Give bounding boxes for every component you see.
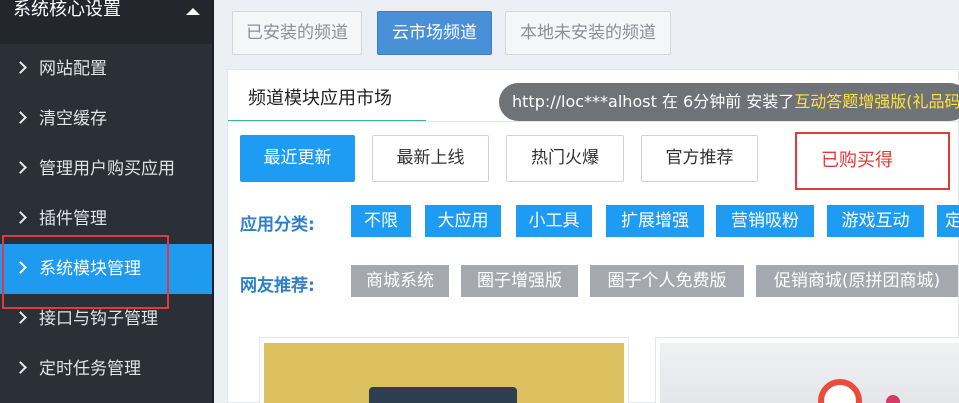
- sidebar-item-clear-cache[interactable]: 清空缓存: [0, 94, 212, 144]
- divider: [228, 121, 959, 122]
- chevron-right-icon: [14, 61, 27, 74]
- sidebar-item-label: 管理用户购买应用: [39, 159, 175, 179]
- category-large-app[interactable]: 大应用: [425, 205, 501, 237]
- sidebar-item-cron[interactable]: 定时任务管理: [0, 344, 212, 394]
- annotation-box: [2, 235, 169, 309]
- filter-latest-updated[interactable]: 最近更新: [240, 135, 355, 182]
- purchased-filter[interactable]: 已购买得: [795, 132, 950, 190]
- sidebar-item-label: 网站配置: [39, 59, 107, 79]
- chevron-right-icon: [14, 311, 27, 324]
- category-tools[interactable]: 小工具: [516, 205, 592, 237]
- category-all[interactable]: 不限: [351, 205, 411, 237]
- sidebar-header-label: 系统核心设置: [13, 0, 121, 20]
- tab-cloud-market[interactable]: 云市场频道: [377, 11, 492, 55]
- recommend-circle-free[interactable]: 圈子个人免费版: [590, 265, 744, 297]
- filter-official[interactable]: 官方推荐: [641, 135, 758, 182]
- ticker-text: http://loc***alhost 在 6分钟前 安装了: [512, 92, 795, 111]
- sidebar-header[interactable]: 系统核心设置: [0, 0, 214, 44]
- sidebar-item-label: 清空缓存: [39, 109, 107, 129]
- recommend-promo-mall[interactable]: 促销商城(原拼团商城): [756, 265, 958, 297]
- caret-up-icon: [186, 8, 200, 15]
- chevron-right-icon: [14, 111, 27, 124]
- tab-installed-channels[interactable]: 已安装的频道: [232, 11, 362, 55]
- sidebar-item-user-purchases[interactable]: 管理用户购买应用: [0, 144, 212, 194]
- app-logo-icon: [818, 379, 862, 403]
- category-games[interactable]: 游戏互动: [827, 205, 924, 237]
- logo-dot-icon: [886, 395, 900, 403]
- app-card[interactable]: [259, 337, 629, 403]
- category-extensions[interactable]: 扩展增强: [606, 205, 704, 237]
- chevron-right-icon: [14, 211, 27, 224]
- category-label: 应用分类:: [240, 215, 315, 235]
- category-marketing[interactable]: 营销吸粉: [716, 205, 814, 237]
- shop-icon: [369, 387, 517, 403]
- filter-newly-launched[interactable]: 最新上线: [372, 135, 489, 182]
- chevron-right-icon: [14, 361, 27, 374]
- recommend-circle-plus[interactable]: 圈子增强版: [461, 265, 578, 297]
- app-card[interactable]: [655, 337, 959, 403]
- market-panel: 频道模块应用市场 http://loc***alhost 在 6分钟前 安装了互…: [227, 69, 959, 403]
- install-ticker: http://loc***alhost 在 6分钟前 安装了互动答题增强版(礼品…: [499, 83, 959, 121]
- tab-module-market[interactable]: 频道模块应用市场: [228, 70, 426, 122]
- sidebar-item-site-config[interactable]: 网站配置: [0, 44, 212, 94]
- app-thumbnail: [264, 343, 624, 403]
- tab-local-uninstalled[interactable]: 本地未安装的频道: [505, 11, 671, 55]
- recommend-label: 网友推荐:: [240, 276, 315, 296]
- tab-label: 频道模块应用市场: [248, 88, 392, 109]
- filter-hot[interactable]: 热门火爆: [506, 135, 624, 182]
- category-custom[interactable]: 定: [937, 205, 959, 237]
- chevron-right-icon: [14, 161, 27, 174]
- sidebar: 系统核心设置 网站配置 清空缓存 管理用户购买应用 插件管理 系统模块管理 接口…: [0, 0, 214, 403]
- ticker-highlight[interactable]: 互动答题增强版(礼品码: [794, 92, 959, 111]
- recommend-mall[interactable]: 商城系统: [351, 265, 449, 297]
- app-thumbnail: [660, 343, 959, 403]
- sidebar-item-label: 定时任务管理: [39, 359, 141, 379]
